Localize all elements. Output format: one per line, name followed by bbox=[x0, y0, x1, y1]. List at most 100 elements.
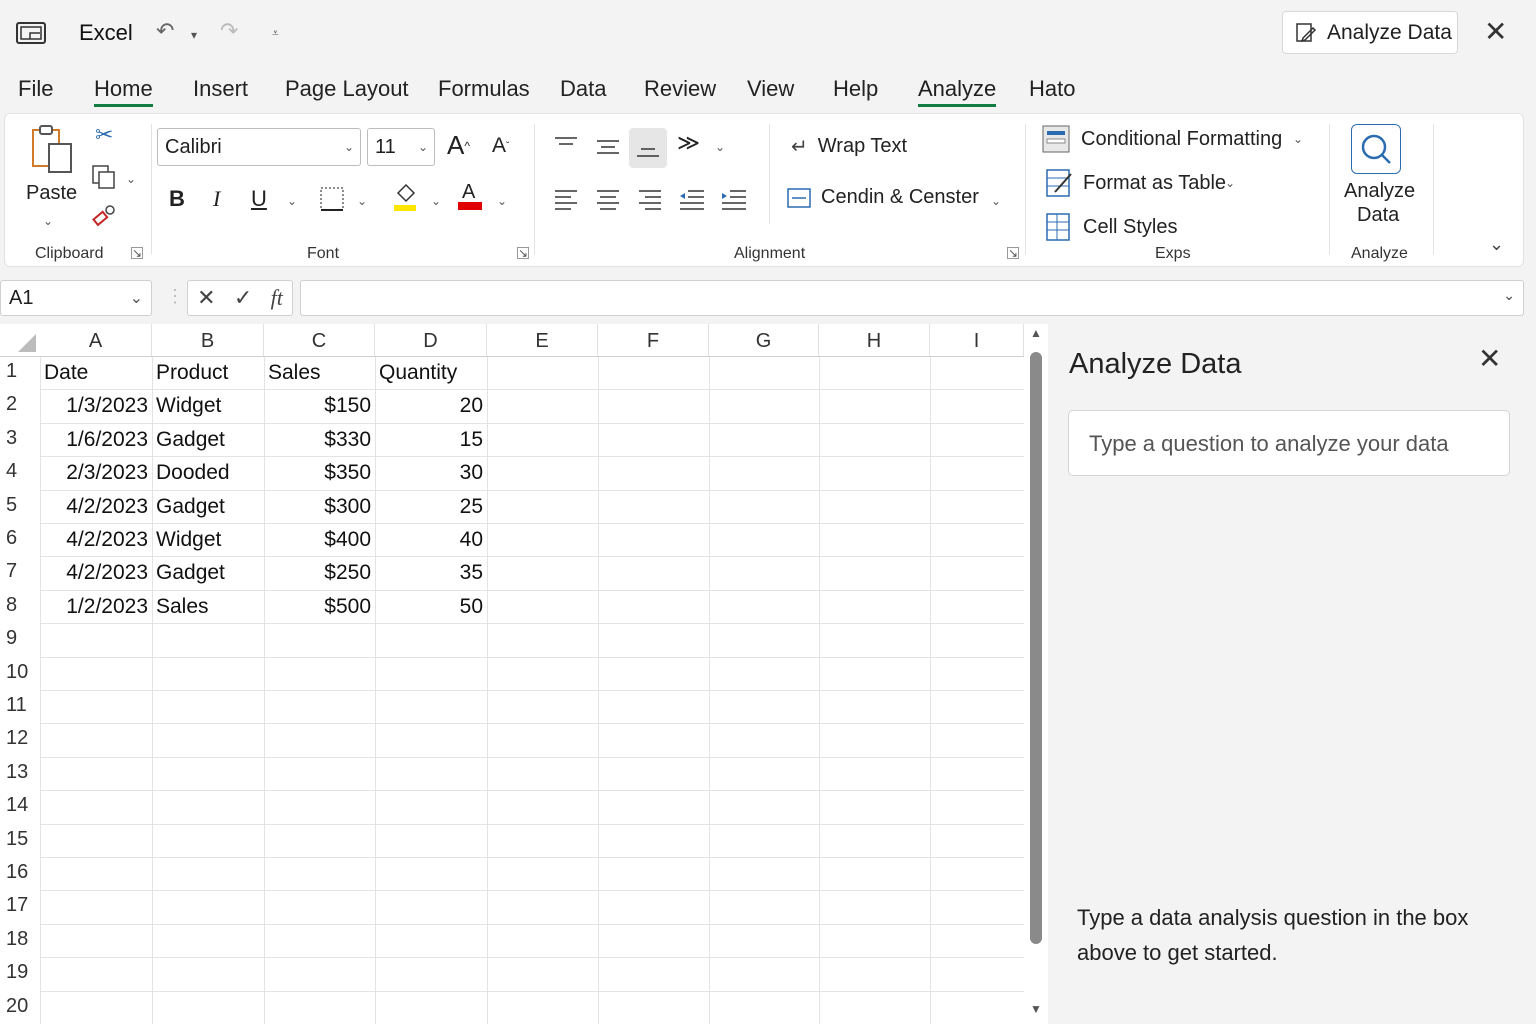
cell[interactable]: $330 bbox=[268, 428, 371, 452]
close-icon[interactable]: ✕ bbox=[1484, 18, 1507, 46]
borders-dropdown-icon[interactable]: ⌄ bbox=[357, 194, 367, 208]
paste-label[interactable]: Paste bbox=[26, 182, 77, 205]
alignment-launcher-icon[interactable]: ↘ bbox=[1007, 247, 1019, 259]
analyze-data-label-line2[interactable]: Data bbox=[1357, 204, 1399, 227]
formula-input[interactable]: ⌄ bbox=[300, 280, 1524, 316]
undo-dropdown-icon[interactable]: ▾ bbox=[191, 28, 197, 42]
cell[interactable]: 1/2/2023 bbox=[44, 595, 148, 619]
align-top-icon[interactable] bbox=[551, 130, 581, 160]
tab-insert[interactable]: Insert bbox=[193, 76, 248, 102]
enter-icon[interactable]: ✓ bbox=[234, 285, 252, 311]
increase-indent-icon[interactable] bbox=[719, 184, 749, 214]
cell[interactable]: 50 bbox=[379, 595, 483, 619]
underline-icon[interactable]: U bbox=[251, 186, 267, 212]
bold-icon[interactable]: B bbox=[169, 186, 185, 212]
analyze-data-label-line1[interactable]: Analyze bbox=[1344, 180, 1415, 203]
tab-analyze[interactable]: Analyze bbox=[918, 76, 997, 107]
row-header[interactable]: 14 bbox=[0, 794, 40, 817]
row-header[interactable]: 15 bbox=[0, 828, 40, 851]
align-left-icon[interactable] bbox=[551, 184, 581, 214]
cell[interactable]: 4/2/2023 bbox=[44, 528, 148, 552]
row-header[interactable]: 2 bbox=[0, 393, 40, 416]
orientation-dropdown-icon[interactable]: ⌄ bbox=[715, 140, 725, 154]
pane-close-icon[interactable]: ✕ bbox=[1478, 342, 1501, 375]
cell[interactable]: Date bbox=[44, 361, 148, 385]
undo-icon[interactable]: ↶ bbox=[156, 18, 174, 44]
tab-view[interactable]: View bbox=[747, 76, 794, 102]
column-header[interactable]: D bbox=[375, 324, 487, 356]
orientation-icon[interactable]: ≫ bbox=[677, 130, 700, 156]
font-launcher-icon[interactable]: ↘ bbox=[517, 247, 529, 259]
format-as-table-button[interactable]: Format as Table bbox=[1045, 168, 1226, 198]
borders-icon[interactable] bbox=[317, 184, 347, 214]
tab-review[interactable]: Review bbox=[644, 76, 716, 102]
font-color-icon[interactable]: A bbox=[455, 180, 485, 210]
merge-center-button[interactable]: Cendin & Censter bbox=[787, 186, 979, 209]
row-header[interactable]: 10 bbox=[0, 661, 40, 684]
cell[interactable]: $250 bbox=[268, 561, 371, 585]
cell[interactable]: 2/3/2023 bbox=[44, 461, 148, 485]
row-header[interactable]: 5 bbox=[0, 494, 40, 517]
cell[interactable]: 30 bbox=[379, 461, 483, 485]
decrease-indent-icon[interactable] bbox=[677, 184, 707, 214]
paste-icon[interactable] bbox=[25, 124, 77, 176]
cell[interactable]: $150 bbox=[268, 394, 371, 418]
copy-icon[interactable] bbox=[89, 162, 119, 192]
column-header[interactable]: A bbox=[40, 324, 152, 356]
clipboard-launcher-icon[interactable]: ↘ bbox=[131, 247, 143, 259]
fill-color-dropdown-icon[interactable]: ⌄ bbox=[431, 194, 441, 208]
column-header[interactable]: G bbox=[709, 324, 819, 356]
column-header[interactable]: B bbox=[152, 324, 264, 356]
conditional-formatting-dropdown-icon[interactable]: ⌄ bbox=[1293, 132, 1303, 146]
select-all-icon[interactable] bbox=[18, 334, 36, 352]
window-icon[interactable] bbox=[16, 20, 46, 46]
analyze-data-icon[interactable] bbox=[1351, 124, 1401, 174]
row-header[interactable]: 9 bbox=[0, 627, 40, 650]
cell[interactable]: 25 bbox=[379, 495, 483, 519]
row-header[interactable]: 17 bbox=[0, 894, 40, 917]
row-header[interactable]: 13 bbox=[0, 761, 40, 784]
format-as-table-dropdown-icon[interactable]: ⌄ bbox=[1225, 176, 1235, 190]
row-header[interactable]: 3 bbox=[0, 427, 40, 450]
cell[interactable]: 1/3/2023 bbox=[44, 394, 148, 418]
cell[interactable]: Sales bbox=[268, 361, 371, 385]
cell-styles-button[interactable]: Cell Styles bbox=[1045, 212, 1177, 242]
copy-dropdown-icon[interactable]: ⌄ bbox=[126, 172, 136, 186]
cell[interactable]: $400 bbox=[268, 528, 371, 552]
font-color-dropdown-icon[interactable]: ⌄ bbox=[497, 194, 507, 208]
collapse-ribbon-icon[interactable]: ⌄ bbox=[1489, 234, 1504, 255]
row-header[interactable]: 12 bbox=[0, 727, 40, 750]
redo-icon[interactable]: ↷ bbox=[220, 18, 238, 44]
question-input[interactable]: Type a question to analyze your data bbox=[1068, 410, 1510, 476]
column-header[interactable]: C bbox=[264, 324, 375, 356]
scroll-up-icon[interactable]: ▲ bbox=[1030, 326, 1042, 340]
conditional-formatting-button[interactable]: Conditional Formatting bbox=[1041, 124, 1282, 154]
tab-help[interactable]: Help bbox=[833, 76, 878, 102]
align-middle-icon[interactable] bbox=[593, 132, 623, 162]
column-header[interactable]: E bbox=[487, 324, 598, 356]
cell[interactable]: 4/2/2023 bbox=[44, 495, 148, 519]
cell[interactable]: $300 bbox=[268, 495, 371, 519]
tab-page-layout[interactable]: Page Layout bbox=[285, 76, 409, 102]
cell[interactable]: 35 bbox=[379, 561, 483, 585]
column-header[interactable]: I bbox=[930, 324, 1024, 356]
tab-home[interactable]: Home bbox=[94, 76, 153, 107]
scrollbar-thumb[interactable] bbox=[1030, 352, 1042, 944]
cut-icon[interactable]: ✂ bbox=[95, 122, 113, 148]
fill-color-icon[interactable] bbox=[391, 182, 421, 212]
customize-quick-access-icon[interactable]: ⩡ bbox=[272, 26, 279, 41]
cell[interactable]: 4/2/2023 bbox=[44, 561, 148, 585]
analyze-data-title-button[interactable]: Analyze Data bbox=[1282, 11, 1458, 54]
tab-formulas[interactable]: Formulas bbox=[438, 76, 530, 102]
format-painter-icon[interactable] bbox=[89, 200, 119, 230]
cancel-icon[interactable]: ✕ bbox=[197, 285, 215, 311]
align-right-icon[interactable] bbox=[635, 184, 665, 214]
column-header[interactable]: F bbox=[598, 324, 709, 356]
font-name-dropdown[interactable]: Calibri ⌄ bbox=[157, 128, 361, 166]
cell[interactable]: 15 bbox=[379, 428, 483, 452]
decrease-font-size-icon[interactable]: Aˇ bbox=[492, 134, 509, 158]
name-box[interactable]: A1 ⌄ bbox=[0, 280, 152, 316]
vertical-scrollbar[interactable]: ▲ ▼ bbox=[1024, 324, 1048, 1024]
column-header[interactable]: H bbox=[819, 324, 930, 356]
tab-data[interactable]: Data bbox=[560, 76, 606, 102]
